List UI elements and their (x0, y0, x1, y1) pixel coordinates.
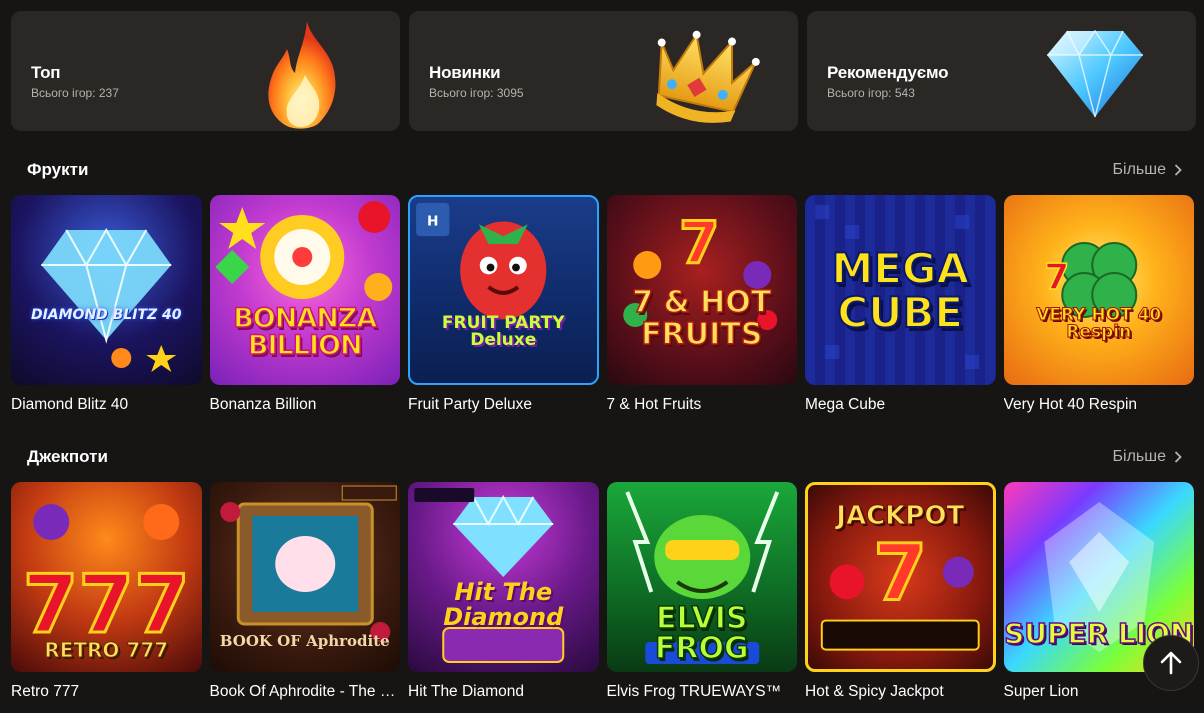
more-link[interactable]: Більше (1113, 448, 1182, 466)
games-row-jackpots: 777 RETRO 777 Retro 777 BOOK OF Aphrodit… (11, 482, 1194, 701)
game-name: Elvis Frog TRUEWAYS™ (606, 683, 782, 700)
game-thumbnail[interactable]: H FRUIT PARTY Deluxe (408, 195, 599, 385)
game-card[interactable]: BONANZA BILLION Bonanza Billion (209, 195, 400, 414)
section-title: Фрукти (27, 160, 89, 179)
game-name: Book Of Aphrodite - The Love Spell (209, 683, 401, 700)
chevron-right-icon (1174, 451, 1182, 463)
category-title: Рекомендуємо (827, 63, 949, 82)
svg-text:7: 7 (1044, 257, 1069, 298)
game-logo: FRUIT PARTY Deluxe (441, 313, 565, 350)
game-card[interactable]: MEGA CUBE Mega Cube (805, 195, 996, 414)
game-name: Retro 777 (11, 683, 80, 700)
game-card[interactable]: BOOK OF Aphrodite Book Of Aphrodite - Th… (209, 482, 401, 701)
more-label: Більше (1112, 161, 1166, 178)
game-card[interactable]: 7 JACKPOT Hot & Spicy Jackpot (805, 482, 996, 701)
game-thumbnail[interactable]: 7 7 & HOT FRUITS (606, 195, 797, 385)
game-thumbnail[interactable]: MEGA CUBE (805, 195, 996, 385)
games-row-fruits: DIAMOND BLITZ 40 Diamond Blitz 40 BONANZ… (11, 195, 1194, 414)
game-thumbnail[interactable]: BONANZA BILLION (209, 195, 400, 385)
game-name: Hot & Spicy Jackpot (805, 683, 944, 700)
game-name: Fruit Party Deluxe (408, 396, 533, 413)
game-thumbnail[interactable]: 7 JACKPOT (805, 482, 996, 672)
category-card-top[interactable]: Топ Всього ігор: 237 (11, 11, 400, 131)
category-count: Всього ігор: 3095 (429, 86, 524, 100)
arrow-up-icon (1160, 651, 1182, 675)
game-name: Hit The Diamond (408, 683, 525, 700)
category-title: Новинки (429, 63, 501, 82)
game-card[interactable]: 7 7 & HOT FRUITS 7 & Hot Fruits (606, 195, 797, 414)
chevron-right-icon (1174, 164, 1182, 176)
game-logo: RETRO 777 (44, 638, 169, 662)
svg-text:7: 7 (873, 528, 927, 618)
more-label: Більше (1112, 448, 1166, 465)
scroll-to-top-button[interactable] (1143, 635, 1199, 691)
game-thumbnail[interactable]: Hit The Diamond (408, 482, 599, 672)
fire-icon (268, 21, 336, 129)
game-name: Mega Cube (805, 396, 886, 413)
game-thumbnail[interactable]: 777 RETRO 777 (11, 482, 202, 672)
svg-text:7: 7 (679, 209, 719, 277)
category-count: Всього ігор: 543 (827, 86, 915, 100)
game-name: Diamond Blitz 40 (11, 396, 129, 413)
category-card-new[interactable]: Новинки Всього ігор: 3095 (409, 11, 798, 131)
game-name: 7 & Hot Fruits (606, 396, 702, 413)
crown-icon (656, 30, 760, 123)
section-header-jackpots: Джекпоти Більше (0, 447, 1204, 471)
game-logo: DIAMOND BLITZ 40 (30, 307, 182, 323)
game-logo: 7 & HOT FRUITS (632, 285, 772, 352)
category-count: Всього ігор: 237 (31, 86, 119, 100)
category-cards: Топ Всього ігор: 237 Новинки Всього ігор… (11, 11, 1196, 131)
game-card[interactable]: Hit The Diamond Hit The Diamond (408, 482, 599, 701)
section-header-fruits: Фрукти Більше (0, 160, 1204, 184)
game-logo: JACKPOT (836, 501, 965, 531)
game-logo: VERY HOT 40 Respin (1036, 305, 1162, 342)
category-title: Топ (31, 63, 61, 82)
game-logo: Hit The Diamond (443, 578, 564, 632)
game-card[interactable]: DIAMOND BLITZ 40 Diamond Blitz 40 (11, 195, 202, 414)
game-card[interactable]: 777 RETRO 777 Retro 777 (11, 482, 202, 701)
game-card[interactable]: H FRUIT PARTY Deluxe Fruit Party Deluxe (408, 195, 599, 414)
game-thumbnail[interactable]: DIAMOND BLITZ 40 (11, 195, 202, 385)
game-thumbnail[interactable]: BOOK OF Aphrodite (209, 482, 400, 672)
game-logo: BONANZA BILLION (232, 303, 378, 361)
more-link[interactable]: Більше (1113, 161, 1182, 179)
game-name: Very Hot 40 Respin (1003, 396, 1138, 413)
game-card[interactable]: 7 VERY HOT 40 Respin Very Hot 40 Respin (1003, 195, 1194, 414)
game-thumbnail[interactable]: ELVIS FROG (606, 482, 797, 672)
diamond-icon (1047, 29, 1143, 118)
game-logo: ELVIS FROG (654, 601, 749, 666)
game-logo: BOOK OF Aphrodite (219, 632, 390, 650)
svg-text:H: H (427, 213, 438, 229)
category-card-recommended[interactable]: Рекомендуємо Всього ігор: 543 (807, 11, 1196, 131)
game-thumbnail[interactable]: 7 VERY HOT 40 Respin (1003, 195, 1194, 385)
section-title: Джекпоти (27, 447, 108, 466)
game-logo: MEGA CUBE (831, 244, 970, 338)
game-name: Bonanza Billion (209, 396, 317, 413)
game-card[interactable]: ELVIS FROG Elvis Frog TRUEWAYS™ (606, 482, 797, 701)
